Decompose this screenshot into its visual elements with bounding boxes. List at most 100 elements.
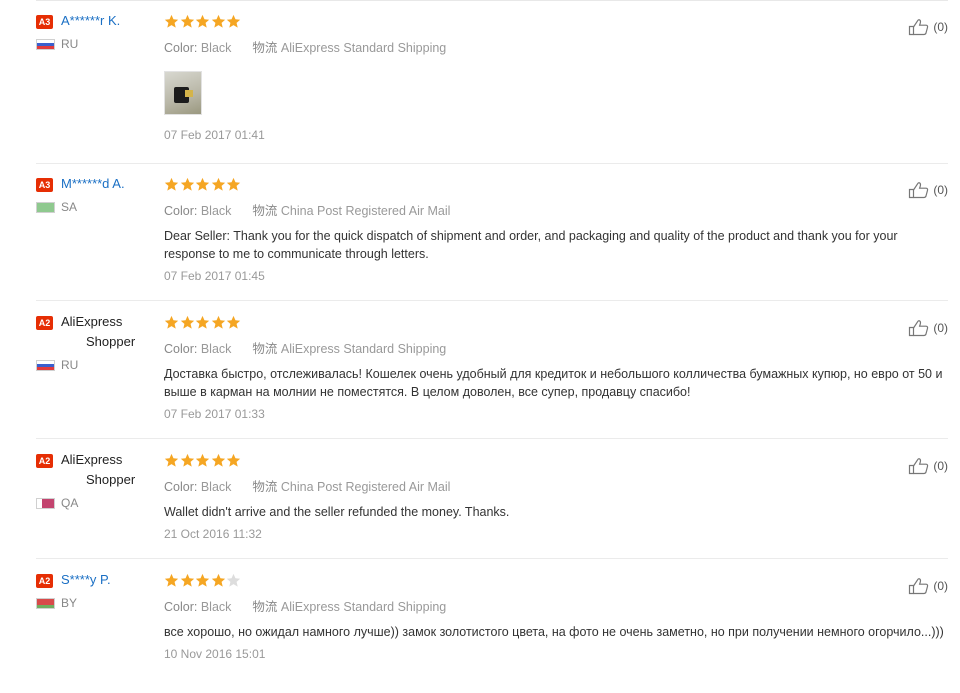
star-filled-icon [211, 453, 225, 467]
like-button[interactable]: (0) [908, 457, 948, 475]
user-name: AliExpress Shopper [61, 452, 136, 487]
like-count: (0) [933, 459, 948, 473]
star-filled-icon [180, 177, 194, 191]
flag-by-icon [36, 597, 55, 609]
star-filled-icon [226, 14, 241, 28]
like-button[interactable]: (0) [908, 577, 948, 595]
review-content: Color: Black 物流 AliExpress Standard Ship… [164, 315, 948, 421]
shipping-value: AliExpress Standard Shipping [280, 600, 447, 614]
star-filled-icon [211, 315, 225, 329]
top-divider [36, 0, 948, 1]
review-date: 10 Nov 2016 15:01 [164, 647, 266, 661]
thumbs-up-icon [909, 320, 929, 337]
thumbs-up-icon [909, 458, 929, 475]
like-count: (0) [933, 183, 948, 197]
country-code: QA [61, 496, 79, 510]
review-item: A3 A******r K. RU Color: Black 物流 AliExp… [36, 11, 948, 164]
flag-ru-icon [36, 38, 55, 50]
level-badge: A2 [36, 316, 53, 330]
user-name[interactable]: S****y P. [61, 570, 111, 590]
star-filled-icon [211, 177, 225, 191]
country-code: SA [61, 200, 78, 214]
star-filled-icon [226, 453, 241, 467]
review-user: A2 AliExpress Shopper RU [36, 314, 158, 372]
level-badge: A3 [36, 15, 53, 29]
shipping-label: 物流 [252, 600, 278, 614]
review-user: A2 S****y P. BY [36, 570, 158, 610]
color-label: Color: [164, 600, 198, 614]
review-user: A3 A******r K. RU [36, 11, 158, 51]
shipping-value: China Post Registered Air Mail [280, 480, 451, 494]
review-photos [164, 71, 948, 115]
user-name[interactable]: M******d A. [61, 174, 125, 194]
like-button[interactable]: (0) [908, 181, 948, 199]
review-content: Color: Black 物流 China Post Registered Ai… [164, 453, 948, 541]
review-divider [36, 300, 948, 301]
star-filled-icon [211, 573, 225, 587]
user-name: AliExpress Shopper [61, 314, 136, 349]
review-user: A2 AliExpress Shopper QA [36, 452, 158, 510]
color-value: Black [200, 342, 232, 356]
review-text: Wallet didn't arrive and the seller refu… [164, 505, 510, 519]
user-country: SA [36, 200, 158, 214]
star-filled-icon [211, 14, 225, 28]
review-date: 21 Oct 2016 11:32 [164, 527, 262, 541]
like-button[interactable]: (0) [908, 18, 948, 36]
thumbs-up-icon [909, 578, 929, 595]
review-content: Color: Black 物流 China Post Registered Ai… [164, 177, 948, 283]
review-meta: Color: Black 物流 AliExpress Standard Ship… [164, 37, 948, 56]
review-item: A2 AliExpress Shopper RU Color: Black 物流… [36, 314, 948, 439]
shipping-label: 物流 [252, 480, 278, 494]
shipping-label: 物流 [252, 204, 278, 218]
review-divider [36, 163, 948, 164]
star-filled-icon [195, 453, 210, 467]
user-country: BY [36, 596, 158, 610]
review-text: Dear Seller: Thank you for the quick dis… [164, 229, 898, 261]
user-country: RU [36, 358, 158, 372]
like-count: (0) [933, 321, 948, 335]
rating-stars [164, 573, 948, 588]
review-text: все хорошо, но ожидал намного лучше)) за… [164, 625, 944, 639]
review-divider [36, 558, 948, 559]
thumbs-up-icon [909, 182, 929, 199]
review-date: 07 Feb 2017 01:41 [164, 128, 265, 142]
like-button[interactable]: (0) [908, 319, 948, 337]
review-photo-thumbnail[interactable] [164, 71, 202, 115]
star-filled-icon [226, 315, 241, 329]
star-filled-icon [180, 315, 194, 329]
country-code: RU [61, 37, 79, 51]
shipping-value: AliExpress Standard Shipping [280, 342, 447, 356]
shipping-value: China Post Registered Air Mail [280, 204, 451, 218]
user-name[interactable]: A******r K. [61, 11, 120, 31]
rating-stars [164, 453, 948, 468]
review-item: A2 S****y P. BY Color: Black 物流 AliExpre… [36, 570, 948, 693]
star-filled-icon [164, 453, 179, 467]
star-filled-icon [180, 14, 194, 28]
star-filled-icon [195, 177, 210, 191]
user-country: RU [36, 37, 158, 51]
rating-stars [164, 177, 948, 192]
star-filled-icon [164, 14, 179, 28]
star-filled-icon [195, 14, 210, 28]
flag-ru-icon [36, 359, 55, 371]
review-content: Color: Black 物流 AliExpress Standard Ship… [164, 573, 948, 661]
star-filled-icon [226, 177, 241, 191]
review-user: A3 M******d A. SA [36, 174, 158, 214]
level-badge: A2 [36, 574, 53, 588]
level-badge: A3 [36, 178, 53, 192]
color-value: Black [200, 204, 232, 218]
review-divider [36, 438, 948, 439]
shipping-label: 物流 [252, 342, 278, 356]
star-filled-icon [164, 315, 179, 329]
color-label: Color: [164, 342, 198, 356]
like-count: (0) [933, 579, 948, 593]
shipping-label: 物流 [252, 41, 278, 55]
review-date: 07 Feb 2017 01:45 [164, 269, 265, 283]
review-item: A3 M******d A. SA Color: Black 物流 China … [36, 174, 948, 301]
rating-stars [164, 315, 948, 330]
star-filled-icon [195, 315, 210, 329]
color-label: Color: [164, 480, 198, 494]
star-filled-icon [195, 573, 210, 587]
star-filled-icon [180, 453, 194, 467]
review-date: 07 Feb 2017 01:33 [164, 407, 265, 421]
